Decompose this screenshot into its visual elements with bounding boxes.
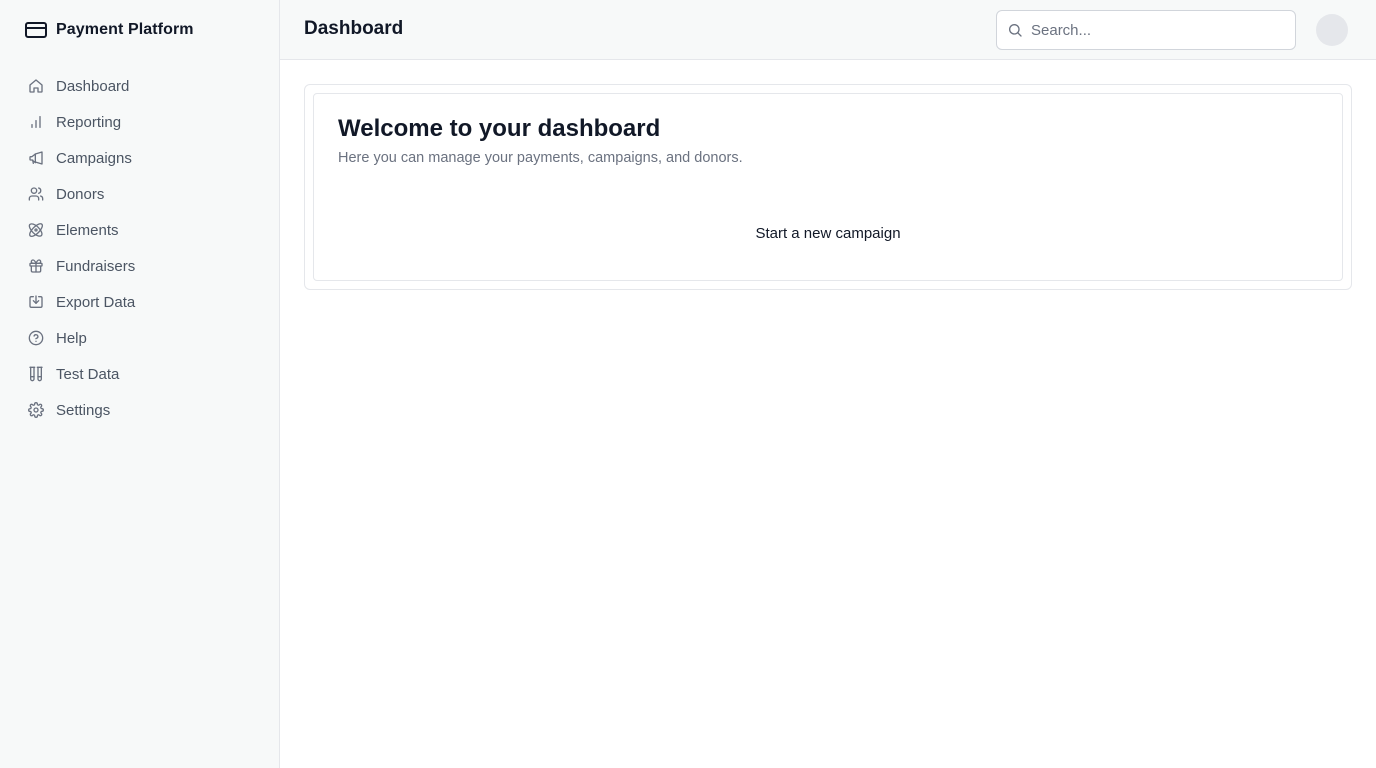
- top-header: Dashboard: [280, 0, 1376, 60]
- sidebar-item-settings[interactable]: Settings: [16, 392, 264, 428]
- app-root: Payment Platform Dashboard Reporting Cam…: [0, 0, 1376, 768]
- sidebar-item-dashboard[interactable]: Dashboard: [16, 68, 264, 104]
- welcome-card: Welcome to your dashboard Here you can m…: [313, 93, 1343, 281]
- sidebar-item-fundraisers[interactable]: Fundraisers: [16, 248, 264, 284]
- test-tubes-icon: [28, 366, 44, 382]
- sidebar-item-reporting[interactable]: Reporting: [16, 104, 264, 140]
- gear-icon: [28, 402, 44, 418]
- start-campaign-button[interactable]: Start a new campaign: [314, 224, 1342, 243]
- search-box[interactable]: [996, 10, 1296, 50]
- sidebar-item-label: Export Data: [56, 293, 136, 311]
- gift-icon: [28, 258, 44, 274]
- sidebar-item-help[interactable]: Help: [16, 320, 264, 356]
- sidebar-item-label: Settings: [56, 401, 111, 419]
- bar-chart-icon: [28, 114, 44, 130]
- sidebar-item-export-data[interactable]: Export Data: [16, 284, 264, 320]
- users-icon: [28, 186, 44, 202]
- sidebar-item-label: Fundraisers: [56, 257, 136, 275]
- welcome-subtitle: Here you can manage your payments, campa…: [338, 150, 743, 166]
- avatar[interactable]: [1316, 14, 1348, 46]
- sidebar-item-donors[interactable]: Donors: [16, 176, 264, 212]
- sidebar-item-label: Elements: [56, 221, 119, 239]
- download-icon: [28, 294, 44, 310]
- brand[interactable]: Payment Platform: [24, 18, 194, 42]
- sidebar-item-label: Dashboard: [56, 77, 130, 95]
- help-circle-icon: [28, 330, 44, 346]
- welcome-card-outer: Welcome to your dashboard Here you can m…: [304, 84, 1352, 290]
- sidebar-item-label: Campaigns: [56, 149, 132, 167]
- sidebar-item-campaigns[interactable]: Campaigns: [16, 140, 264, 176]
- sidebar-item-label: Help: [56, 329, 87, 347]
- credit-card-icon: [24, 18, 48, 42]
- home-icon: [28, 78, 44, 94]
- brand-name: Payment Platform: [56, 21, 194, 38]
- welcome-title: Welcome to your dashboard: [338, 115, 661, 142]
- sidebar-item-test-data[interactable]: Test Data: [16, 356, 264, 392]
- sidebar: Payment Platform Dashboard Reporting Cam…: [0, 0, 280, 768]
- atom-icon: [28, 222, 44, 238]
- sidebar-item-label: Test Data: [56, 365, 120, 383]
- search-input[interactable]: [1029, 11, 1289, 49]
- megaphone-icon: [28, 150, 44, 166]
- sidebar-nav: Dashboard Reporting Campaigns Donors Ele…: [16, 68, 264, 428]
- page-title: Dashboard: [304, 18, 404, 39]
- sidebar-item-elements[interactable]: Elements: [16, 212, 264, 248]
- sidebar-item-label: Reporting: [56, 113, 122, 131]
- search-icon: [1007, 22, 1023, 38]
- sidebar-item-label: Donors: [56, 185, 105, 203]
